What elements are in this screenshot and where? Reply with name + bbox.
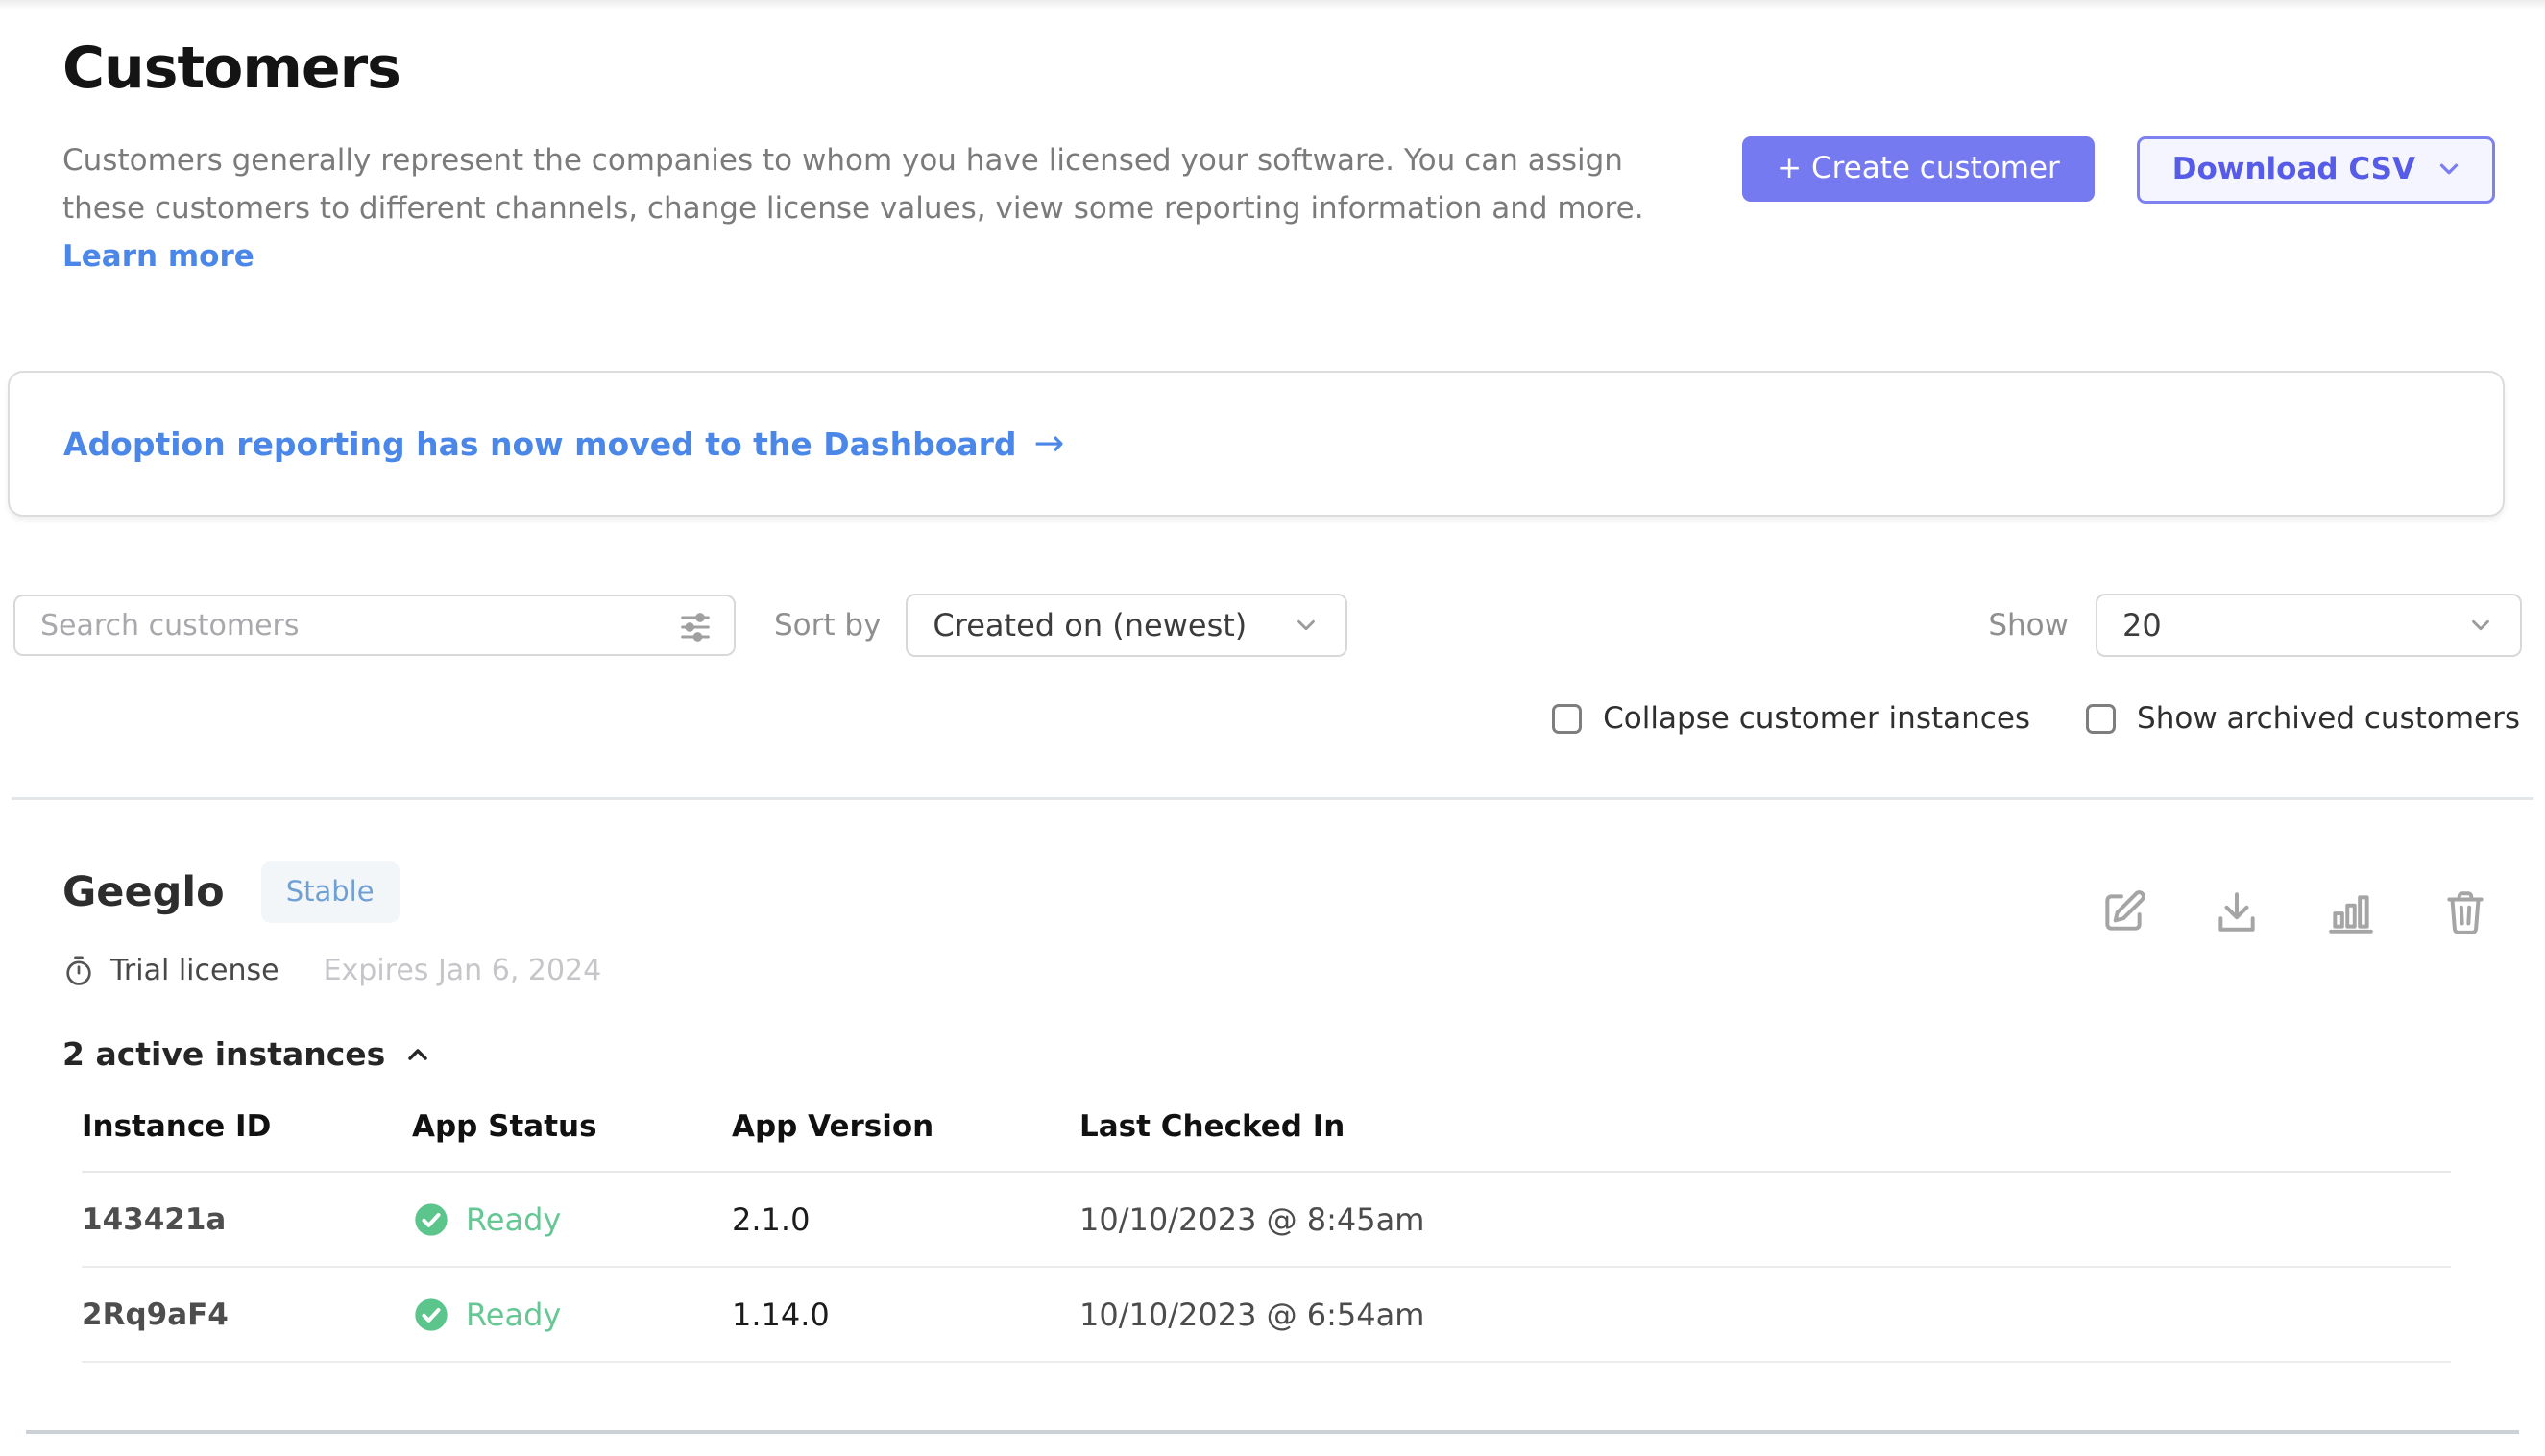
download-csv-button[interactable]: Download CSV — [2137, 136, 2495, 204]
license-type-label: Trial license — [110, 954, 279, 987]
show-count-select[interactable]: 20 — [2096, 594, 2522, 657]
trash-icon[interactable] — [2441, 888, 2489, 936]
collapse-instances-checkbox[interactable] — [1552, 704, 1582, 734]
app-status-text: Ready — [466, 1297, 561, 1333]
license-expiry-label: Expires Jan 6, 2024 — [324, 954, 602, 987]
instance-id: 2Rq9aF4 — [82, 1298, 412, 1332]
active-instances-toggle[interactable]: 2 active instances — [62, 1035, 2489, 1073]
list-controls: Sort by Created on (newest) Show 20 — [13, 594, 2522, 657]
app-status: Ready — [412, 1296, 732, 1334]
page-header: Customers Customers generally represent … — [0, 10, 2545, 280]
chevron-down-icon — [2435, 155, 2463, 183]
active-instances-label: 2 active instances — [62, 1035, 385, 1073]
download-csv-label: Download CSV — [2172, 152, 2415, 186]
collapse-instances-option[interactable]: Collapse customer instances — [1552, 701, 2030, 736]
app-version: 1.14.0 — [732, 1297, 1079, 1333]
page-description-text: Customers generally represent the compan… — [62, 143, 1644, 226]
instances-table-header: Instance ID App Status App Version Last … — [82, 1109, 2451, 1173]
filter-sliders-icon[interactable] — [676, 608, 715, 646]
adoption-reporting-banner: Adoption reporting has now moved to the … — [8, 371, 2505, 517]
download-icon[interactable] — [2213, 888, 2261, 936]
list-toggles: Collapse customer instances Show archive… — [0, 701, 2520, 736]
last-checked-in: 10/10/2023 @ 6:54am — [1079, 1297, 2451, 1333]
customer-name[interactable]: Geeglo — [62, 868, 225, 916]
adoption-reporting-text: Adoption reporting has now moved to the … — [63, 425, 1017, 463]
header-text: Customers Customers generally represent … — [62, 35, 1690, 280]
check-circle-icon — [412, 1296, 450, 1334]
create-customer-button[interactable]: + Create customer — [1742, 136, 2095, 202]
page-description: Customers generally represent the compan… — [62, 136, 1690, 280]
customer-identity: Geeglo Stable Trial license Expires Jan … — [62, 861, 601, 987]
col-header-last-checked-in: Last Checked In — [1079, 1109, 2451, 1171]
col-header-instance-id: Instance ID — [82, 1109, 412, 1171]
sort-by-label: Sort by — [774, 608, 881, 643]
show-archived-checkbox[interactable] — [2086, 704, 2116, 734]
collapse-instances-label: Collapse customer instances — [1603, 701, 2030, 736]
col-header-app-version: App Version — [732, 1109, 1079, 1171]
customer-card-top: Geeglo Stable Trial license Expires Jan … — [62, 861, 2489, 987]
chevron-down-icon — [2466, 611, 2495, 640]
chevron-down-icon — [1292, 611, 1321, 640]
show-count-value: 20 — [2122, 607, 2162, 643]
customer-name-row: Geeglo Stable — [62, 861, 601, 923]
card-bottom-divider — [26, 1430, 2519, 1434]
search-customers-field — [13, 595, 736, 656]
customer-card: Geeglo Stable Trial license Expires Jan … — [0, 800, 2545, 1363]
sort-select[interactable]: Created on (newest) — [906, 594, 1347, 657]
check-circle-icon — [412, 1201, 450, 1239]
arrow-right-icon: → — [1034, 422, 1065, 464]
app-status-text: Ready — [466, 1201, 561, 1238]
top-edge-shadow — [0, 0, 2545, 10]
app-status: Ready — [412, 1201, 732, 1239]
search-input[interactable] — [13, 595, 736, 656]
show-archived-label: Show archived customers — [2137, 701, 2520, 736]
instance-id: 143421a — [82, 1202, 412, 1237]
col-header-app-status: App Status — [412, 1109, 732, 1171]
license-row: Trial license Expires Jan 6, 2024 — [62, 954, 601, 987]
adoption-reporting-link[interactable]: Adoption reporting has now moved to the … — [63, 423, 1064, 465]
app-version: 2.1.0 — [732, 1201, 1079, 1238]
stopwatch-icon — [62, 955, 95, 987]
show-archived-option[interactable]: Show archived customers — [2086, 701, 2520, 736]
customer-actions — [2099, 888, 2489, 936]
edit-icon[interactable] — [2099, 888, 2147, 936]
channel-badge: Stable — [261, 861, 400, 923]
instances-table: Instance ID App Status App Version Last … — [82, 1109, 2451, 1363]
header-actions: + Create customer Download CSV — [1742, 35, 2495, 280]
chevron-up-icon — [402, 1039, 433, 1070]
show-label: Show — [1988, 608, 2069, 643]
page-title: Customers — [62, 35, 1690, 102]
chart-icon[interactable] — [2326, 888, 2376, 936]
table-row: 143421a Ready 2.1.0 10/10/2023 @ 8:45am — [82, 1173, 2451, 1268]
learn-more-link[interactable]: Learn more — [62, 239, 254, 274]
table-row: 2Rq9aF4 Ready 1.14.0 10/10/2023 @ 6:54am — [82, 1268, 2451, 1363]
last-checked-in: 10/10/2023 @ 8:45am — [1079, 1201, 2451, 1238]
sort-select-value: Created on (newest) — [933, 607, 1247, 643]
